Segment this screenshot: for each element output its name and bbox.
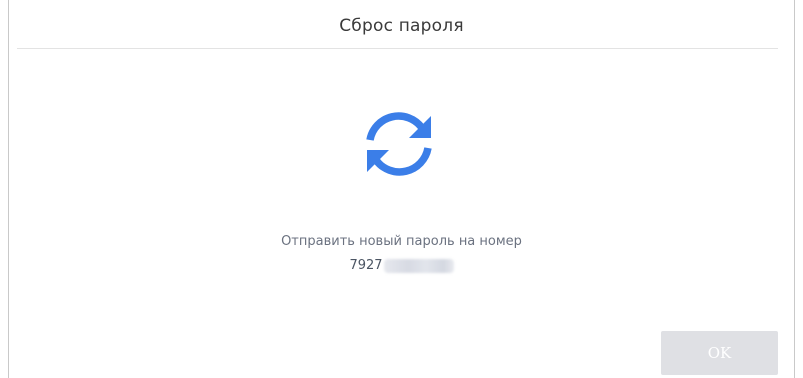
title-divider xyxy=(17,48,778,49)
reset-password-dialog: Сброс пароля Отправить новый пароль на н… xyxy=(8,0,795,378)
ok-button[interactable]: OK xyxy=(661,331,778,375)
phone-number-prefix: 7927 xyxy=(349,258,383,273)
refresh-icon xyxy=(366,112,432,176)
phone-number-redacted xyxy=(383,258,454,273)
dialog-title: Сброс пароля xyxy=(339,16,464,36)
send-password-message: Отправить новый пароль на номер xyxy=(281,234,522,249)
phone-number: 7927 xyxy=(9,258,794,278)
